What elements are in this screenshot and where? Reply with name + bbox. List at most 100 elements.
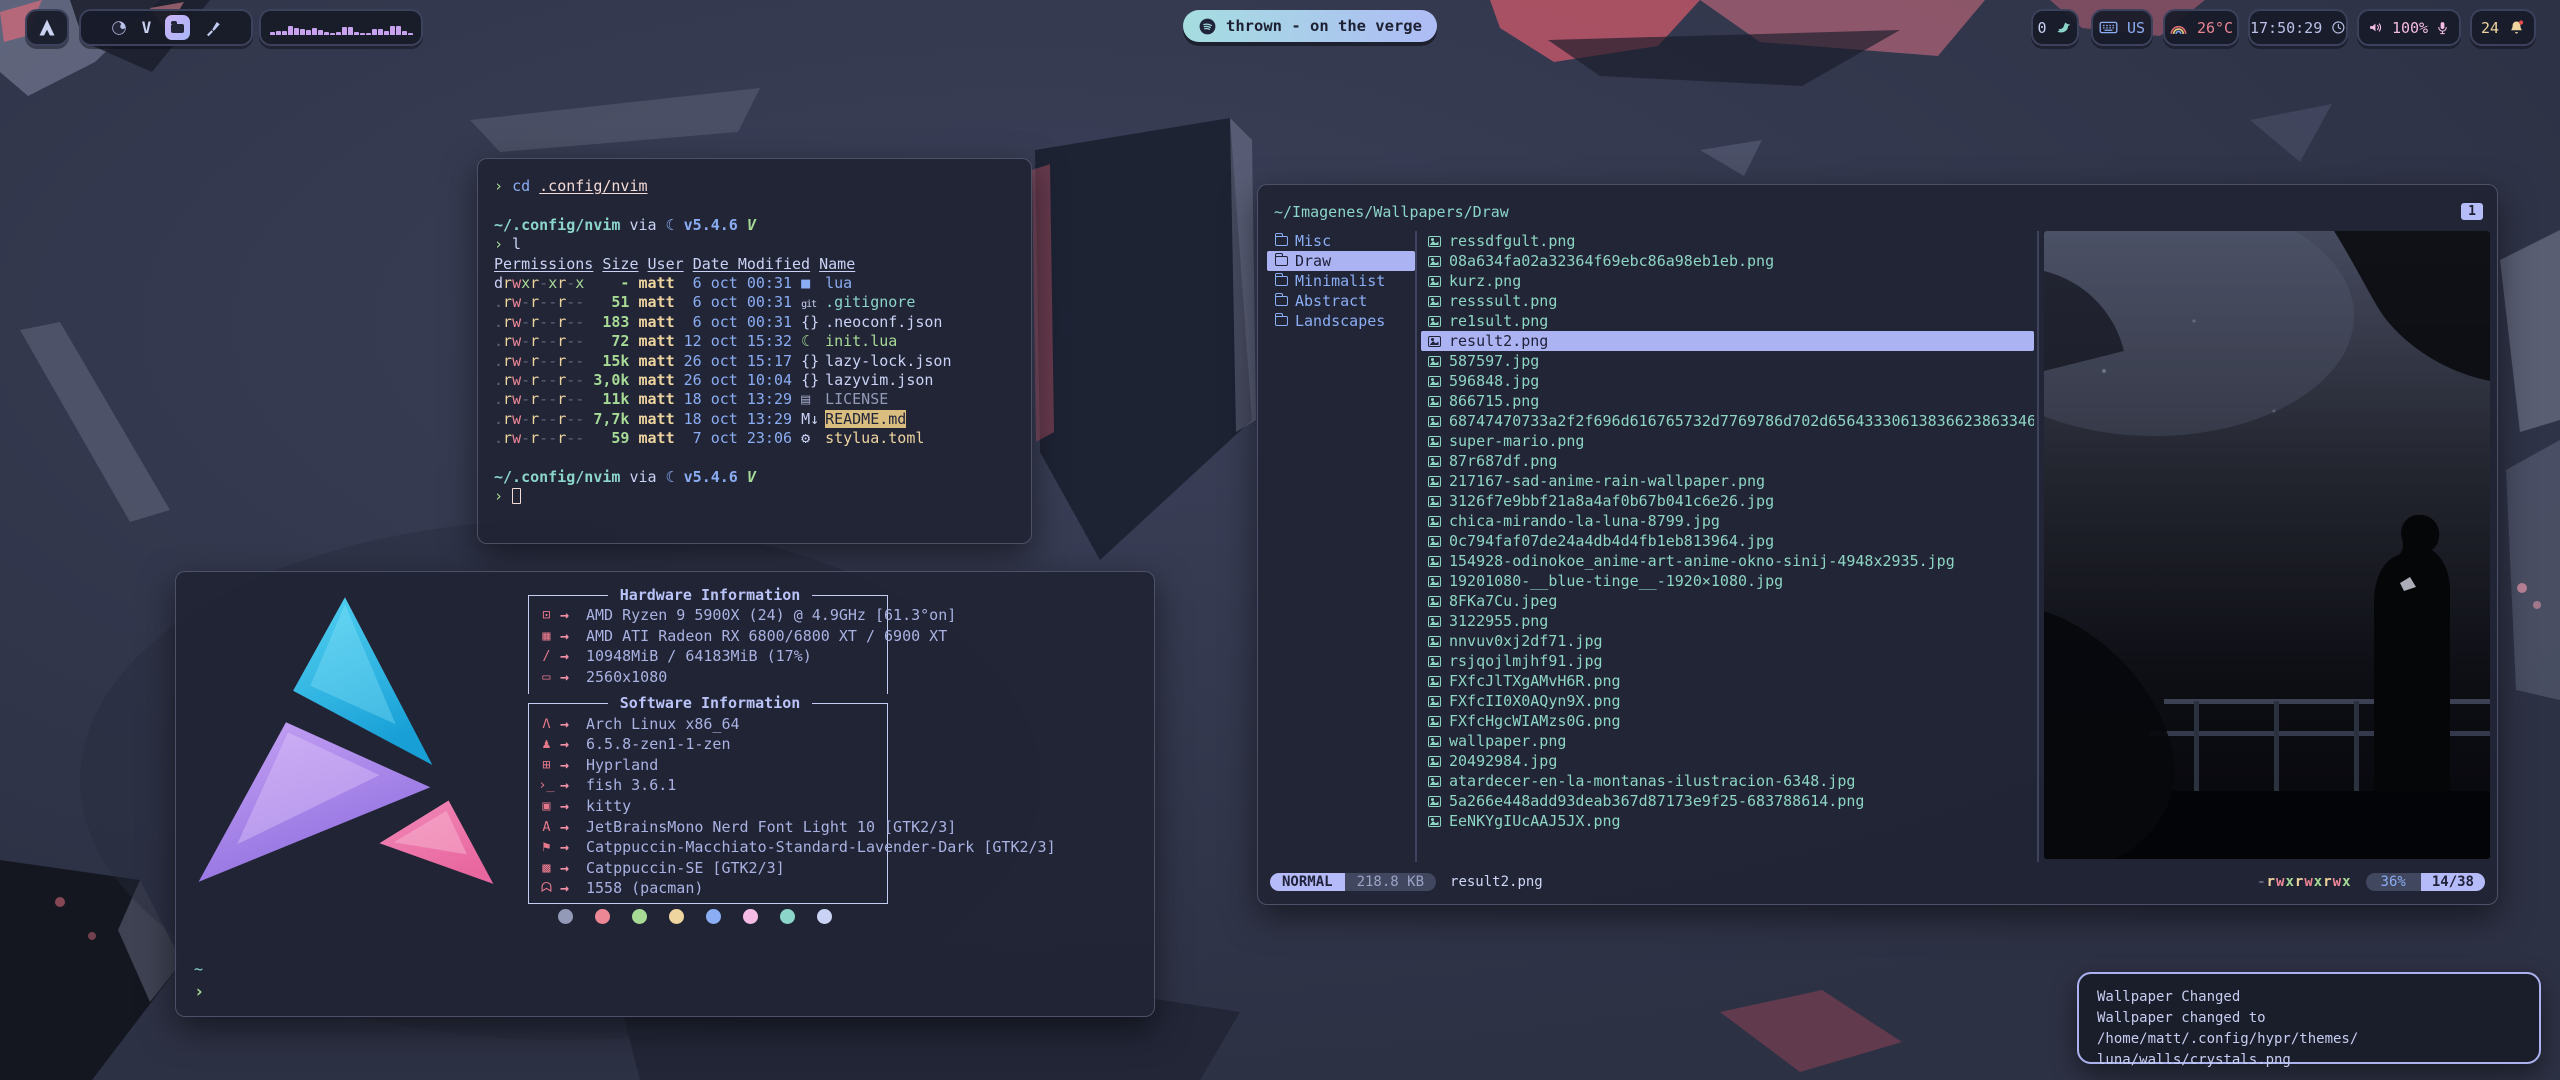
sidebar-item-minimalist[interactable]: Minimalist <box>1267 271 1415 291</box>
file-row[interactable]: atardecer-en-la-montanas-ilustracion-634… <box>1421 771 2034 791</box>
file-name: 0c794faf07de24a4db4d4fb1eb813964.jpg <box>1449 532 1774 550</box>
palette-dot <box>669 909 684 924</box>
arrow-icon: → <box>560 838 586 856</box>
vim-workspace-icon[interactable]: V <box>142 18 152 37</box>
sidebar-item-landscapes[interactable]: Landscapes <box>1267 311 1415 331</box>
spotify-now-playing-widget[interactable]: thrown - on the verge <box>1183 10 1437 42</box>
palette-dot <box>780 909 795 924</box>
fetch-value: Catppuccin-SE [GTK2/3] <box>586 859 785 877</box>
folder-icon <box>1275 236 1288 246</box>
file-row[interactable]: rsjqojlmjhf91.jpg <box>1421 651 2034 671</box>
arrow-icon: → <box>560 627 586 645</box>
file-row[interactable]: 217167-sad-anime-rain-wallpaper.png <box>1421 471 2034 491</box>
tab-indicator[interactable]: 1 <box>2461 203 2483 220</box>
file-row[interactable]: 87r687df.png <box>1421 451 2034 471</box>
file-row[interactable]: 8FKa7Cu.jpeg <box>1421 591 2034 611</box>
clock-module[interactable]: 17:50:29 <box>2248 9 2348 46</box>
file-row[interactable]: resssult.png <box>1421 291 2034 311</box>
file-row[interactable]: re1sult.png <box>1421 311 2034 331</box>
file-row[interactable]: wallpaper.png <box>1421 731 2034 751</box>
gtk-theme-icon: ⚑ <box>533 839 560 855</box>
file-row[interactable]: FXfcJlTXgAMvH6R.png <box>1421 671 2034 691</box>
file-row[interactable]: 587597.jpg <box>1421 351 2034 371</box>
file-row[interactable]: 866715.png <box>1421 391 2034 411</box>
gpu-icon: ▦ <box>533 628 560 644</box>
file-row[interactable]: super-mario.png <box>1421 431 2034 451</box>
file-name: 5a266e448add93deab367d87173e9f25-6837886… <box>1449 792 1864 810</box>
file-name: kurz.png <box>1449 272 1521 290</box>
file-row[interactable]: chica-mirando-la-luna-8799.jpg <box>1421 511 2034 531</box>
palette-dot <box>595 909 610 924</box>
app-launcher-button[interactable] <box>25 9 69 46</box>
file-row[interactable]: 3126f7e9bbf21a8a4af0b67b041c6e26.jpg <box>1421 491 2034 511</box>
keyboard-layout-module[interactable]: US <box>2091 9 2153 46</box>
file-row[interactable]: ressdfgult.png <box>1421 231 2034 251</box>
files-workspace-icon-active[interactable] <box>165 15 190 40</box>
file-name: 866715.png <box>1449 392 1539 410</box>
current-path: ~/Imagenes/Wallpapers/Draw <box>1274 203 1509 221</box>
file-row[interactable]: result2.png <box>1421 331 2034 351</box>
image-file-icon <box>1428 736 1441 747</box>
folder-icon <box>1275 276 1288 286</box>
fastfetch-window[interactable]: Hardware Information ⊡→AMD Ryzen 9 5900X… <box>175 571 1155 1017</box>
file-manager-window[interactable]: ~/Imagenes/Wallpapers/Draw 1 MiscDrawMin… <box>1257 184 2498 905</box>
file-name: rsjqojlmjhf91.jpg <box>1449 652 1603 670</box>
fetch-value: 10948MiB / 64183MiB (17%) <box>586 647 812 665</box>
clock-icon <box>2331 19 2346 36</box>
file-row[interactable]: 3122955.png <box>1421 611 2034 631</box>
file-name: 87r687df.png <box>1449 452 1557 470</box>
image-file-icon <box>1428 356 1441 367</box>
file-row[interactable]: 0c794faf07de24a4db4d4fb1eb813964.jpg <box>1421 531 2034 551</box>
sidebar-item-abstract[interactable]: Abstract <box>1267 291 1415 311</box>
image-file-icon <box>1428 676 1441 687</box>
image-file-icon <box>1428 376 1441 387</box>
fetch-value: 1558 (pacman) <box>586 879 703 897</box>
arrow-icon: → <box>560 776 586 794</box>
display-icon: ▭ <box>533 669 560 685</box>
sidebar-item-misc[interactable]: Misc <box>1267 231 1415 251</box>
file-row[interactable]: 68747470733a2f2f696d616765732d7769786d70… <box>1421 411 2034 431</box>
keyboard-layout-value: US <box>2127 19 2145 37</box>
image-file-icon <box>1428 536 1441 547</box>
file-row[interactable]: FXfcHgcWIAMzs0G.png <box>1421 711 2034 731</box>
file-row[interactable]: 20492984.jpg <box>1421 751 2034 771</box>
notification-popup[interactable]: Wallpaper Changed Wallpaper changed to /… <box>2077 972 2541 1064</box>
image-file-icon <box>1428 796 1441 807</box>
hardware-section: Hardware Information ⊡→AMD Ryzen 9 5900X… <box>528 586 888 694</box>
pane-divider <box>2037 231 2039 862</box>
file-row[interactable]: 596848.jpg <box>1421 371 2034 391</box>
audio-visualizer-widget[interactable] <box>259 9 423 46</box>
mail-module[interactable]: 0 <box>2031 9 2079 46</box>
file-permissions: -rwxrwxrwx <box>2257 874 2351 890</box>
file-row[interactable]: kurz.png <box>1421 271 2034 291</box>
palette-dot <box>558 909 573 924</box>
paintbrush-workspace-icon[interactable] <box>204 19 222 37</box>
firefox-workspace-icon[interactable] <box>110 19 128 37</box>
selected-filename: result2.png <box>1450 874 1543 890</box>
file-row[interactable]: 19201080-__blue-tinge__-1920×1080.jpg <box>1421 571 2034 591</box>
terminal-window[interactable]: › cd .config/nvim ~/.config/nvim via ☾ v… <box>477 158 1032 544</box>
volume-module[interactable]: 100% <box>2357 9 2461 46</box>
weather-module[interactable]: 26°C <box>2163 9 2239 46</box>
file-row[interactable]: 5a266e448add93deab367d87173e9f25-6837886… <box>1421 791 2034 811</box>
file-row[interactable]: FXfcII0X0AQyn9X.png <box>1421 691 2034 711</box>
file-name: 19201080-__blue-tinge__-1920×1080.jpg <box>1449 572 1783 590</box>
palette-dot <box>743 909 758 924</box>
cursor-position: 14/38 <box>2421 873 2485 891</box>
file-row[interactable]: 08a634fa02a32364f69ebc86a98eb1eb.png <box>1421 251 2034 271</box>
image-file-icon <box>1428 256 1441 267</box>
file-name: FXfcHgcWIAMzs0G.png <box>1449 712 1621 730</box>
file-name: 154928-odinokoe_anime-art-anime-okno-sin… <box>1449 552 1955 570</box>
file-row[interactable]: 154928-odinokoe_anime-art-anime-okno-sin… <box>1421 551 2034 571</box>
notification-dot <box>2519 20 2523 24</box>
file-name: 3126f7e9bbf21a8a4af0b67b041c6e26.jpg <box>1449 492 1774 510</box>
file-row[interactable]: EeNKYgIUcAAJ5JX.png <box>1421 811 2034 831</box>
updates-module[interactable]: 24 <box>2470 9 2536 46</box>
file-name: EeNKYgIUcAAJ5JX.png <box>1449 812 1621 830</box>
image-file-icon <box>1428 476 1441 487</box>
fetch-value: AMD ATI Radeon RX 6800/6800 XT / 6900 XT <box>586 627 947 645</box>
sidebar-item-draw[interactable]: Draw <box>1267 251 1415 271</box>
arrow-icon: → <box>560 647 586 665</box>
file-name: atardecer-en-la-montanas-ilustracion-634… <box>1449 772 1855 790</box>
file-row[interactable]: nnvuv0xj2df71.jpg <box>1421 631 2034 651</box>
